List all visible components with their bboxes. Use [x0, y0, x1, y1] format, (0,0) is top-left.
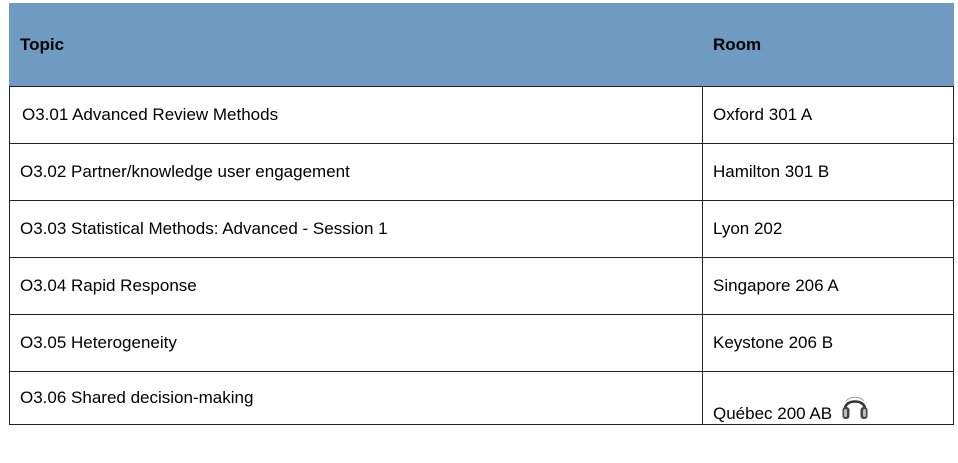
topic-cell: O3.04 Rapid Response: [9, 257, 703, 315]
room-cell: Keystone 206 B: [702, 314, 954, 372]
topic-cell: O3.05 Heterogeneity: [9, 314, 703, 372]
topic-cell: O3.06 Shared decision-making: [9, 371, 703, 425]
header-row: Topic Room: [9, 3, 954, 87]
table-row: O3.01 Advanced Review Methods Oxford 301…: [9, 86, 954, 144]
room-cell: Oxford 301 A: [702, 86, 954, 144]
topic-cell: O3.03 Statistical Methods: Advanced - Se…: [9, 200, 703, 258]
room-cell: Singapore 206 A: [702, 257, 954, 315]
headphones-icon: [842, 396, 868, 419]
table-row: O3.06 Shared decision-making Québec 200 …: [9, 371, 954, 425]
topic-cell: O3.01 Advanced Review Methods: [9, 86, 703, 144]
room-text: Hamilton 301 B: [713, 162, 830, 181]
table-row: O3.05 Heterogeneity Keystone 206 B: [9, 314, 954, 372]
table-row: O3.03 Statistical Methods: Advanced - Se…: [9, 200, 954, 258]
topic-text: O3.02 Partner/knowledge user engagement: [20, 162, 350, 181]
table-row: O3.02 Partner/knowledge user engagement …: [9, 143, 954, 201]
room-text: Québec 200 AB: [713, 404, 833, 423]
session-table: Topic Room O3.01 Advanced Review Methods…: [9, 3, 954, 425]
table-row: O3.04 Rapid Response Singapore 206 A: [9, 257, 954, 315]
room-cell: Lyon 202: [702, 200, 954, 258]
room-text: Singapore 206 A: [713, 276, 839, 295]
topic-text: O3.05 Heterogeneity: [20, 333, 177, 352]
topic-text: O3.06 Shared decision-making: [20, 388, 254, 407]
topic-cell: O3.02 Partner/knowledge user engagement: [9, 143, 703, 201]
room-text: Oxford 301 A: [713, 105, 813, 124]
room-cell: Québec 200 AB: [702, 371, 954, 425]
topic-text: O3.01 Advanced Review Methods: [22, 105, 279, 124]
room-text: Lyon 202: [713, 219, 783, 238]
topic-text: O3.03 Statistical Methods: Advanced - Se…: [20, 219, 388, 238]
room-with-icon: Québec 200 AB: [713, 396, 868, 424]
room-cell: Hamilton 301 B: [702, 143, 954, 201]
room-text: Keystone 206 B: [713, 333, 834, 352]
topic-header: Topic: [9, 3, 703, 87]
room-header: Room: [702, 3, 954, 87]
topic-text: O3.04 Rapid Response: [20, 276, 197, 295]
